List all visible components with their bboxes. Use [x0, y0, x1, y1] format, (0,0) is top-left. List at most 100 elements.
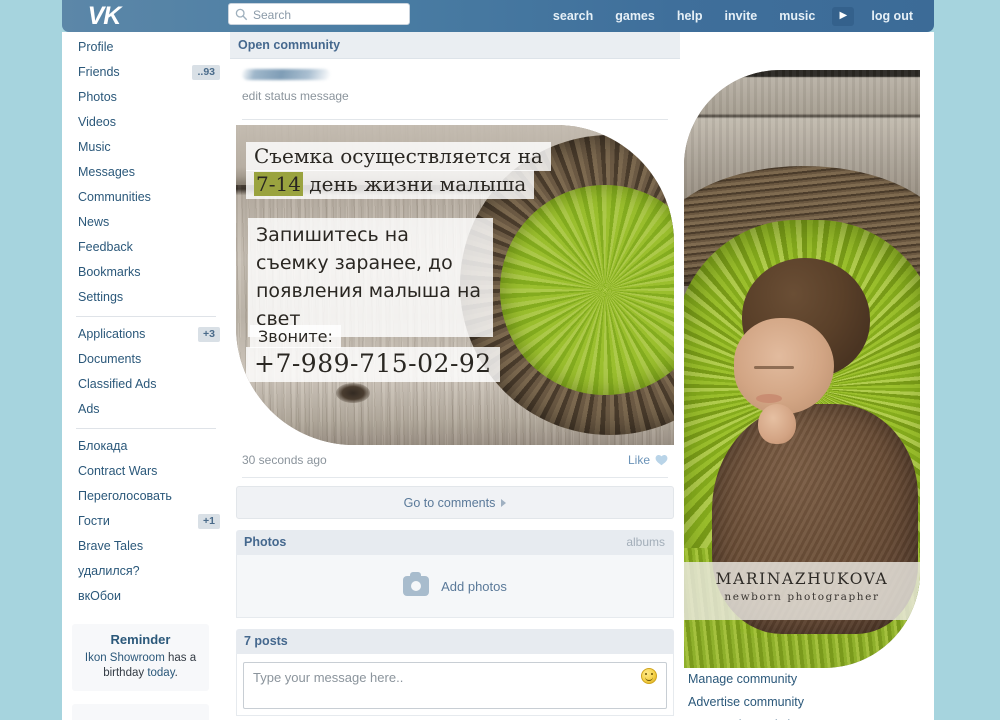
- baby-hand: [758, 404, 796, 444]
- status-area: edit status message: [230, 59, 680, 111]
- vk-page: VK Search search games help invite music…: [0, 0, 1000, 720]
- sidebar-item-peregolosovat[interactable]: Переголосовать: [62, 484, 230, 509]
- sidebar-label: Feedback: [78, 240, 133, 254]
- community-profile-photo[interactable]: MARINAZHUKOVA newborn photographer: [684, 70, 920, 668]
- like-label[interactable]: Like: [628, 453, 650, 467]
- vk-logo[interactable]: VK: [80, 1, 128, 31]
- sidebar-label: Messages: [78, 165, 135, 179]
- sidebar-item-videos[interactable]: Videos: [62, 110, 230, 135]
- sidebar-group-apps: Блокада Contract Wars Переголосовать Гос…: [62, 431, 230, 613]
- heart-icon[interactable]: [655, 454, 668, 466]
- sidebar-label: удалился?: [78, 564, 140, 578]
- watermark-name: MARINAZHUKOVA: [715, 570, 889, 588]
- sidebar-item-photos[interactable]: Photos: [62, 85, 230, 110]
- posts-count-label: 7 posts: [244, 634, 288, 648]
- community-type-header: Open community: [230, 32, 680, 59]
- sidebar-group-primary: Profile Friends ..93 Photos Videos Music …: [62, 32, 230, 314]
- search-input[interactable]: Search: [228, 3, 410, 25]
- albums-link[interactable]: albums: [626, 530, 665, 555]
- sidebar-label: Friends: [78, 65, 120, 79]
- reminder-title: Reminder: [110, 632, 171, 647]
- sidebar-label: Photos: [78, 90, 117, 104]
- status-divider: [242, 119, 668, 120]
- sidebar-item-communities[interactable]: Communities: [62, 185, 230, 210]
- sidebar-label: Bookmarks: [78, 265, 141, 279]
- nav-link-music[interactable]: music: [768, 0, 826, 32]
- nav-link-search[interactable]: search: [542, 0, 604, 32]
- go-to-comments-bar[interactable]: Go to comments: [236, 486, 674, 519]
- reminder-text: Ikon Showroom has a birthday today.: [78, 651, 203, 681]
- sidebar-item-applications[interactable]: Applications +3: [62, 322, 230, 347]
- sidebar-item-classified-ads[interactable]: Classified Ads: [62, 372, 230, 397]
- post-image[interactable]: Съемка осуществляется на 7-14 день жизни…: [236, 125, 674, 445]
- sidebar-label: Music: [78, 140, 111, 154]
- smiley-icon[interactable]: [641, 668, 657, 684]
- top-navigation: search games help invite music ▶ log out: [542, 0, 924, 32]
- sidebar-item-friends[interactable]: Friends ..93: [62, 60, 230, 85]
- manage-community-link[interactable]: Manage community: [688, 668, 928, 691]
- sidebar-label: Classified Ads: [78, 377, 157, 391]
- sidebar-item-blokada[interactable]: Блокада: [62, 434, 230, 459]
- reminder-person-link[interactable]: Ikon Showroom: [85, 652, 165, 664]
- sidebar-label: Блокада: [78, 439, 128, 453]
- posts-block-header: 7 posts: [236, 629, 674, 654]
- sidebar-item-udalilsya[interactable]: удалился?: [62, 559, 230, 584]
- like-control[interactable]: Like: [628, 453, 668, 467]
- ad-headline-line1: Съемка осуществляется на: [246, 142, 551, 171]
- camera-icon: [403, 572, 430, 596]
- sidebar-label: Contract Wars: [78, 464, 158, 478]
- sidebar-item-ads[interactable]: Ads: [62, 397, 230, 422]
- photos-block-header: Photos albums: [236, 530, 674, 555]
- go-to-comments-link[interactable]: Go to comments: [404, 496, 496, 510]
- community-statistics-link[interactable]: Community statistics: [688, 714, 928, 720]
- sidebar-divider-1: [76, 316, 216, 317]
- friends-badge: ..93: [192, 65, 220, 80]
- sidebar-item-brave-tales[interactable]: Brave Tales: [62, 534, 230, 559]
- chevron-right-icon: [501, 498, 507, 507]
- nav-link-invite[interactable]: invite: [714, 0, 769, 32]
- sidebar-label: Videos: [78, 115, 116, 129]
- add-photos-area[interactable]: Add photos: [236, 555, 674, 618]
- sidebar-item-messages[interactable]: Messages: [62, 160, 230, 185]
- baby-eye: [754, 366, 794, 369]
- nav-link-games[interactable]: games: [604, 0, 666, 32]
- sidebar-label: Переголосовать: [78, 489, 172, 503]
- nav-link-logout[interactable]: log out: [860, 0, 924, 32]
- sidebar-item-profile[interactable]: Profile: [62, 35, 230, 60]
- post-meta-row: 30 seconds ago Like: [242, 451, 668, 478]
- sidebar-item-news[interactable]: News: [62, 210, 230, 235]
- play-arrow-button[interactable]: ▶: [832, 6, 855, 26]
- sidebar-item-bookmarks[interactable]: Bookmarks: [62, 260, 230, 285]
- message-compose-area: Type your message here..: [236, 654, 674, 716]
- gosti-badge: +1: [198, 514, 220, 529]
- sidebar-label: Documents: [78, 352, 142, 366]
- watermark-subtitle: newborn photographer: [724, 591, 880, 603]
- sidebar-item-feedback[interactable]: Feedback: [62, 235, 230, 260]
- photo-watermark: MARINAZHUKOVA newborn photographer: [684, 562, 920, 620]
- nav-link-help[interactable]: help: [666, 0, 714, 32]
- wood-knot: [336, 383, 370, 403]
- play-icon: ▶: [839, 10, 848, 21]
- post-timestamp: 30 seconds ago: [242, 453, 327, 467]
- reminder-widget: Reminder Ikon Showroom has a birthday to…: [72, 624, 209, 691]
- sidebar-item-gosti[interactable]: Гости +1: [62, 509, 230, 534]
- sidebar-label: Applications: [78, 327, 146, 341]
- ad-highlight-days: 7-14: [254, 172, 303, 196]
- sidebar-item-settings[interactable]: Settings: [62, 285, 230, 310]
- photos-block-title: Photos: [244, 535, 287, 549]
- sidebar-item-vkoboi[interactable]: вкОбои: [62, 584, 230, 609]
- search-placeholder: Search: [253, 8, 292, 22]
- sidebar-item-documents[interactable]: Documents: [62, 347, 230, 372]
- applications-badge: +3: [198, 327, 220, 342]
- advertise-community-link[interactable]: Advertise community: [688, 691, 928, 714]
- sidebar-item-contract-wars[interactable]: Contract Wars: [62, 459, 230, 484]
- ad-headline-line2: 7-14 день жизни малыша: [246, 170, 535, 199]
- sidebar-label: News: [78, 215, 110, 229]
- sidebar-item-music[interactable]: Music: [62, 135, 230, 160]
- edit-status-link[interactable]: edit status message: [242, 89, 349, 103]
- reminder-today-link[interactable]: today: [147, 667, 174, 679]
- message-input[interactable]: Type your message here..: [243, 662, 667, 709]
- reminder-period: .: [174, 667, 178, 679]
- community-action-links: Manage community Advertise community Com…: [688, 668, 928, 720]
- add-photos-link[interactable]: Add photos: [441, 579, 507, 594]
